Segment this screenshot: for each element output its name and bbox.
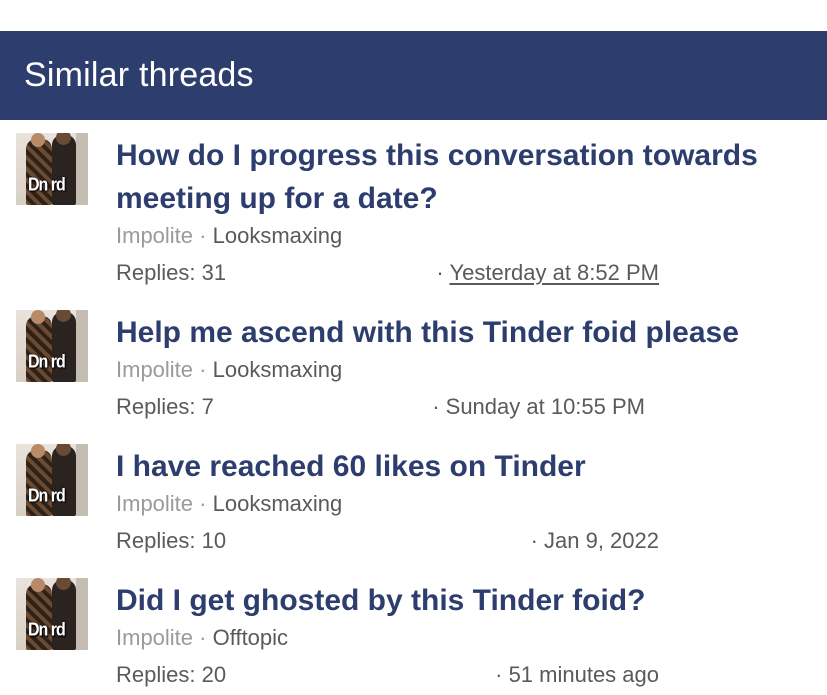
thread-stats: Replies: 31 · Yesterday at 8:52 PM <box>116 258 659 288</box>
last-post-link[interactable]: Yesterday at 8:52 PM <box>449 260 659 285</box>
forum-link[interactable]: Looksmaxing <box>213 223 343 248</box>
avatar[interactable]: Dn rd <box>16 133 88 205</box>
thread-title-line[interactable]: Help me ascend with this Tinder foid ple… <box>116 311 816 354</box>
thread-title[interactable]: Help me ascend with this Tinder foid ple… <box>116 311 816 354</box>
thread-meta: Impolite · Looksmaxing <box>116 221 342 251</box>
thread-meta: Impolite · Offtopic <box>116 623 288 653</box>
last-post-date: · Jan 9, 2022 <box>530 528 659 553</box>
forum-link[interactable]: Looksmaxing <box>213 491 343 516</box>
thread-title[interactable]: How do I progress this conversation towa… <box>116 134 816 220</box>
reply-count: Replies: 20 <box>116 662 227 687</box>
last-post-link[interactable]: Jan 9, 2022 <box>544 528 659 553</box>
separator-dot: · <box>199 625 207 650</box>
avatar-caption: Dn rd <box>28 620 66 641</box>
avatar[interactable]: Dn rd <box>16 444 88 516</box>
avatar-caption: Dn rd <box>28 175 66 196</box>
reply-count: Replies: 7 <box>116 394 214 419</box>
thread-title[interactable]: Did I get ghosted by this Tinder foid? <box>116 579 816 622</box>
avatar-caption: Dn rd <box>28 352 66 373</box>
thread-title-line[interactable]: I have reached 60 likes on Tinder <box>116 445 816 488</box>
reply-count: Replies: 31 <box>116 260 227 285</box>
forum-link[interactable]: Offtopic <box>213 625 288 650</box>
reply-count: Replies: 10 <box>116 528 227 553</box>
thread-meta: Impolite · Looksmaxing <box>116 489 342 519</box>
last-post-date: · 51 minutes ago <box>495 662 659 687</box>
avatar[interactable]: Dn rd <box>16 578 88 650</box>
forum-link[interactable]: Looksmaxing <box>213 357 343 382</box>
thread-prefix[interactable]: Impolite <box>116 491 193 516</box>
thread-title-line[interactable]: meeting up for a date? <box>116 177 816 220</box>
thread-title[interactable]: I have reached 60 likes on Tinder <box>116 445 816 488</box>
last-post-date: · Sunday at 10:55 PM <box>432 394 645 419</box>
thread-stats: Replies: 10 · Jan 9, 2022 <box>116 526 659 556</box>
avatar[interactable]: Dn rd <box>16 310 88 382</box>
separator-dot: · <box>199 223 207 248</box>
last-post-link[interactable]: Sunday at 10:55 PM <box>446 394 645 419</box>
section-header: Similar threads <box>0 31 827 120</box>
separator-dot: · <box>199 491 207 516</box>
thread-prefix[interactable]: Impolite <box>116 357 193 382</box>
thread-stats: Replies: 7 · Sunday at 10:55 PM <box>116 392 645 422</box>
section-title: Similar threads <box>24 56 254 94</box>
separator-dot: · <box>199 357 207 382</box>
thread-stats: Replies: 20 · 51 minutes ago <box>116 660 659 690</box>
thread-title-line[interactable]: How do I progress this conversation towa… <box>116 134 816 177</box>
thread-prefix[interactable]: Impolite <box>116 223 193 248</box>
last-post-link[interactable]: 51 minutes ago <box>509 662 659 687</box>
thread-meta: Impolite · Looksmaxing <box>116 355 342 385</box>
avatar-caption: Dn rd <box>28 486 66 507</box>
last-post-date: · Yesterday at 8:52 PM <box>436 260 659 285</box>
thread-title-line[interactable]: Did I get ghosted by this Tinder foid? <box>116 579 816 622</box>
thread-prefix[interactable]: Impolite <box>116 625 193 650</box>
